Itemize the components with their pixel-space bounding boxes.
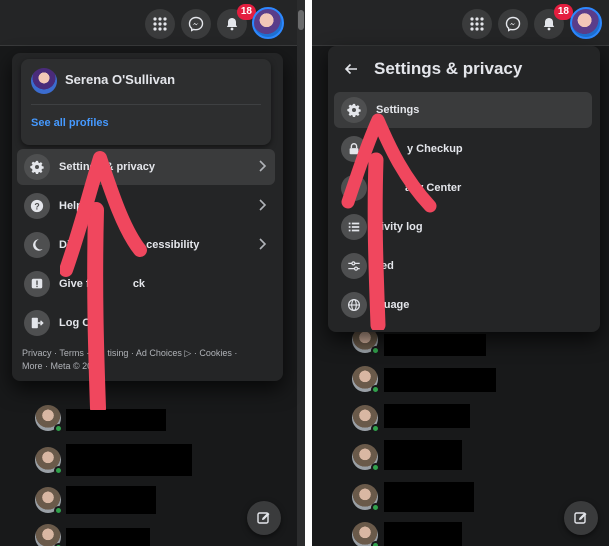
online-status-dot xyxy=(371,346,380,355)
scrollbar-thumb[interactable] xyxy=(298,10,304,30)
contact-avatar[interactable] xyxy=(352,405,380,433)
svg-text:?: ? xyxy=(34,202,39,212)
menu-grid-icon[interactable] xyxy=(462,9,492,39)
contact-avatar[interactable] xyxy=(352,366,380,394)
moon-icon xyxy=(24,232,50,258)
redacted-contact-name xyxy=(384,440,462,470)
account-avatar[interactable] xyxy=(570,7,602,39)
contact-avatar[interactable] xyxy=(352,444,380,472)
online-status-dot xyxy=(54,424,63,433)
new-message-button[interactable] xyxy=(564,501,598,535)
messenger-icon[interactable] xyxy=(181,9,211,39)
footer-links-part[interactable]: · Cookies · xyxy=(191,348,238,358)
profile-card[interactable]: Serena O'Sullivan See all profiles xyxy=(21,59,271,145)
redacted-contact-name xyxy=(66,444,192,476)
scrollbar[interactable] xyxy=(297,0,305,546)
new-message-button[interactable] xyxy=(247,501,281,535)
feedback-icon xyxy=(24,271,50,297)
redacted-contact-name xyxy=(384,404,470,428)
redacted-contact-name xyxy=(384,522,462,546)
contact-avatar[interactable] xyxy=(35,405,63,433)
contact-avatar[interactable] xyxy=(35,487,63,515)
annotation-arrow xyxy=(60,151,147,410)
contact-avatar[interactable] xyxy=(35,524,63,546)
notifications-bell-icon[interactable]: 18 xyxy=(217,4,256,39)
redacted-contact-name xyxy=(384,368,496,392)
chevron-right-icon xyxy=(259,160,267,172)
redacted-contact-name xyxy=(66,409,166,431)
chevron-right-icon xyxy=(259,238,267,250)
online-status-dot xyxy=(54,466,63,475)
online-status-dot xyxy=(371,541,380,546)
menu-header: Settings & privacy xyxy=(338,56,522,82)
online-status-dot xyxy=(371,463,380,472)
redacted-contact-name xyxy=(66,528,150,546)
chevron-right-icon xyxy=(259,199,267,211)
account-avatar[interactable] xyxy=(252,7,284,39)
online-status-dot xyxy=(371,424,380,433)
menu-grid-icon[interactable] xyxy=(145,9,175,39)
contact-avatar[interactable] xyxy=(352,484,380,512)
logout-icon xyxy=(24,310,50,336)
online-status-dot xyxy=(371,385,380,394)
help-icon: ? xyxy=(24,193,50,219)
left-screenshot-panel: 18 Serena O'Sullivan See all profiles Se… xyxy=(0,0,305,546)
profile-avatar xyxy=(31,68,57,94)
right-screenshot-panel: 18 Settings & privacy Settings y Checkup… xyxy=(312,0,609,546)
contact-avatar[interactable] xyxy=(352,522,380,546)
menu-item-label-tail: cessibility xyxy=(146,239,200,251)
redacted-contact-name xyxy=(384,334,486,356)
top-navigation-bar: 18 xyxy=(312,0,609,46)
divider xyxy=(31,104,261,105)
messenger-icon[interactable] xyxy=(498,9,528,39)
redacted-contact-name xyxy=(66,486,156,514)
notifications-bell-icon[interactable]: 18 xyxy=(534,4,573,39)
contact-avatar[interactable] xyxy=(35,447,63,475)
redacted-contact-name xyxy=(384,482,474,512)
annotation-arrow xyxy=(341,113,437,330)
menu-title: Settings & privacy xyxy=(374,59,523,78)
profile-name: Serena O'Sullivan xyxy=(65,72,176,87)
online-status-dot xyxy=(54,506,63,515)
see-all-profiles-link[interactable]: See all profiles xyxy=(31,117,109,129)
back-arrow-icon[interactable] xyxy=(338,56,364,82)
online-status-dot xyxy=(371,503,380,512)
top-navigation-bar: 18 xyxy=(0,0,305,46)
gear-icon xyxy=(24,154,50,180)
